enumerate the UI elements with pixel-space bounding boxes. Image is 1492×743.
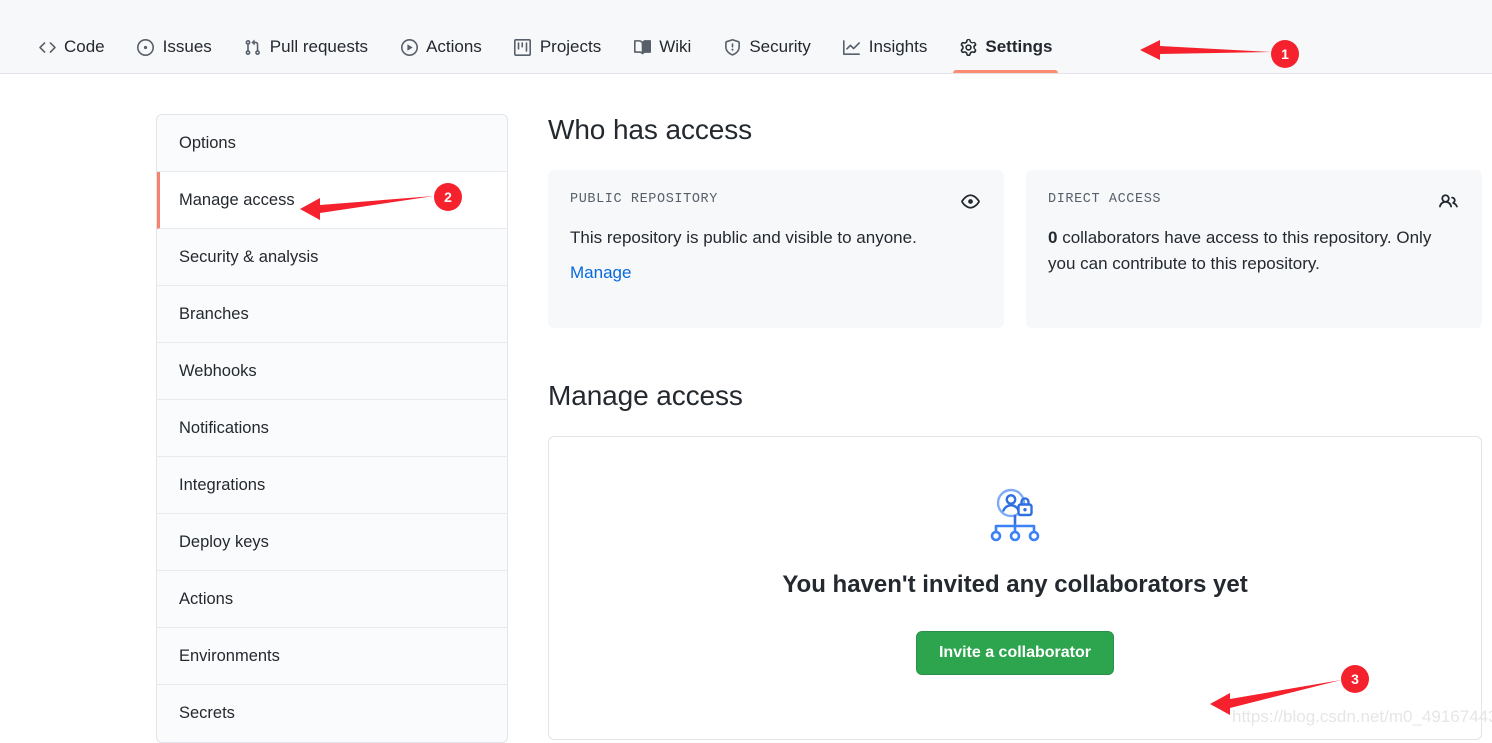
tab-issues[interactable]: Issues — [121, 37, 228, 73]
tab-actions-label: Actions — [426, 37, 482, 56]
sidebar-item-secrets[interactable]: Secrets — [157, 685, 507, 742]
sidebar-item-label: Options — [179, 133, 236, 152]
direct-access-card: DIRECT ACCESS 0 collaborators have acces… — [1026, 170, 1482, 328]
book-icon — [633, 38, 651, 56]
graph-icon — [843, 38, 861, 56]
tab-code-label: Code — [64, 37, 105, 56]
person-lock-access-tree-icon — [983, 485, 1047, 549]
tab-security-label: Security — [749, 37, 811, 56]
tab-wiki-label: Wiki — [659, 37, 692, 56]
sidebar-item-label: Integrations — [179, 475, 266, 494]
access-cards: PUBLIC REPOSITORY This repository is pub… — [548, 170, 1482, 328]
direct-access-card-sentence: collaborators have access to this reposi… — [1048, 228, 1432, 273]
direct-access-card-label: DIRECT ACCESS — [1048, 192, 1162, 207]
sidebar-item-actions[interactable]: Actions — [157, 571, 507, 628]
sidebar-item-label: Webhooks — [179, 361, 257, 380]
tab-pull-requests-label: Pull requests — [269, 37, 369, 56]
public-repository-card-label: PUBLIC REPOSITORY — [570, 192, 718, 207]
tab-settings[interactable]: Settings — [943, 37, 1068, 73]
sidebar-item-deploy-keys[interactable]: Deploy keys — [157, 514, 507, 571]
sidebar-item-security-analysis[interactable]: Security & analysis — [157, 229, 507, 286]
page-body: Options Manage access Security & analysi… — [0, 74, 1492, 743]
tab-insights[interactable]: Insights — [827, 37, 944, 73]
code-icon — [38, 38, 56, 56]
collaborators-empty-panel: You haven't invited any collaborators ye… — [548, 436, 1482, 740]
sidebar-item-label: Environments — [179, 646, 280, 665]
sidebar-item-label: Deploy keys — [179, 532, 269, 551]
sidebar-item-branches[interactable]: Branches — [157, 286, 507, 343]
tab-issues-label: Issues — [162, 37, 212, 56]
sidebar-item-webhooks[interactable]: Webhooks — [157, 343, 507, 400]
settings-sidebar: Options Manage access Security & analysi… — [156, 114, 508, 743]
repo-nav: Code Issues Pull requests Actions Projec… — [0, 0, 1492, 74]
sidebar-item-label: Security & analysis — [179, 247, 319, 266]
who-has-access-title: Who has access — [548, 114, 753, 145]
tab-projects-label: Projects — [539, 37, 602, 56]
play-icon — [400, 38, 418, 56]
sidebar-item-label: Secrets — [179, 704, 235, 722]
sidebar-item-label: Notifications — [179, 418, 269, 437]
tab-actions[interactable]: Actions — [384, 37, 498, 73]
tab-projects[interactable]: Projects — [498, 37, 617, 73]
tab-settings-label: Settings — [985, 37, 1053, 56]
sidebar-item-environments[interactable]: Environments — [157, 628, 507, 685]
public-repository-card: PUBLIC REPOSITORY This repository is pub… — [548, 170, 1004, 328]
sidebar-item-manage-access[interactable]: Manage access — [157, 172, 507, 229]
issue-opened-icon — [137, 38, 155, 56]
git-pull-request-icon — [244, 38, 262, 56]
direct-access-card-text: 0 collaborators have access to this repo… — [1048, 225, 1458, 277]
sidebar-item-label: Actions — [179, 589, 234, 608]
tab-code[interactable]: Code — [22, 37, 121, 73]
public-repository-card-text: This repository is public and visible to… — [570, 228, 917, 247]
card-head: DIRECT ACCESS — [1048, 192, 1458, 211]
manage-access-title: Manage access — [548, 380, 743, 411]
tab-wiki[interactable]: Wiki — [617, 37, 707, 73]
tab-security[interactable]: Security — [707, 37, 826, 73]
sidebar-item-options[interactable]: Options — [157, 115, 507, 172]
sidebar-item-integrations[interactable]: Integrations — [157, 457, 507, 514]
invite-collaborator-button[interactable]: Invite a collaborator — [915, 631, 1115, 675]
tab-pull-requests[interactable]: Pull requests — [228, 37, 384, 73]
shield-icon — [723, 38, 741, 56]
gear-icon — [959, 38, 977, 56]
card-head: PUBLIC REPOSITORY — [570, 192, 980, 211]
eye-icon — [961, 192, 980, 211]
main-content: Who has access PUBLIC REPOSITORY This re… — [508, 114, 1492, 743]
sidebar-item-label: Manage access — [179, 190, 295, 209]
tab-insights-label: Insights — [868, 37, 928, 56]
project-icon — [514, 38, 532, 56]
manage-visibility-link[interactable]: Manage — [570, 263, 631, 283]
people-icon — [1439, 192, 1458, 211]
empty-state-title: You haven't invited any collaborators ye… — [782, 571, 1248, 598]
sidebar-item-notifications[interactable]: Notifications — [157, 400, 507, 457]
sidebar-item-label: Branches — [179, 304, 249, 323]
